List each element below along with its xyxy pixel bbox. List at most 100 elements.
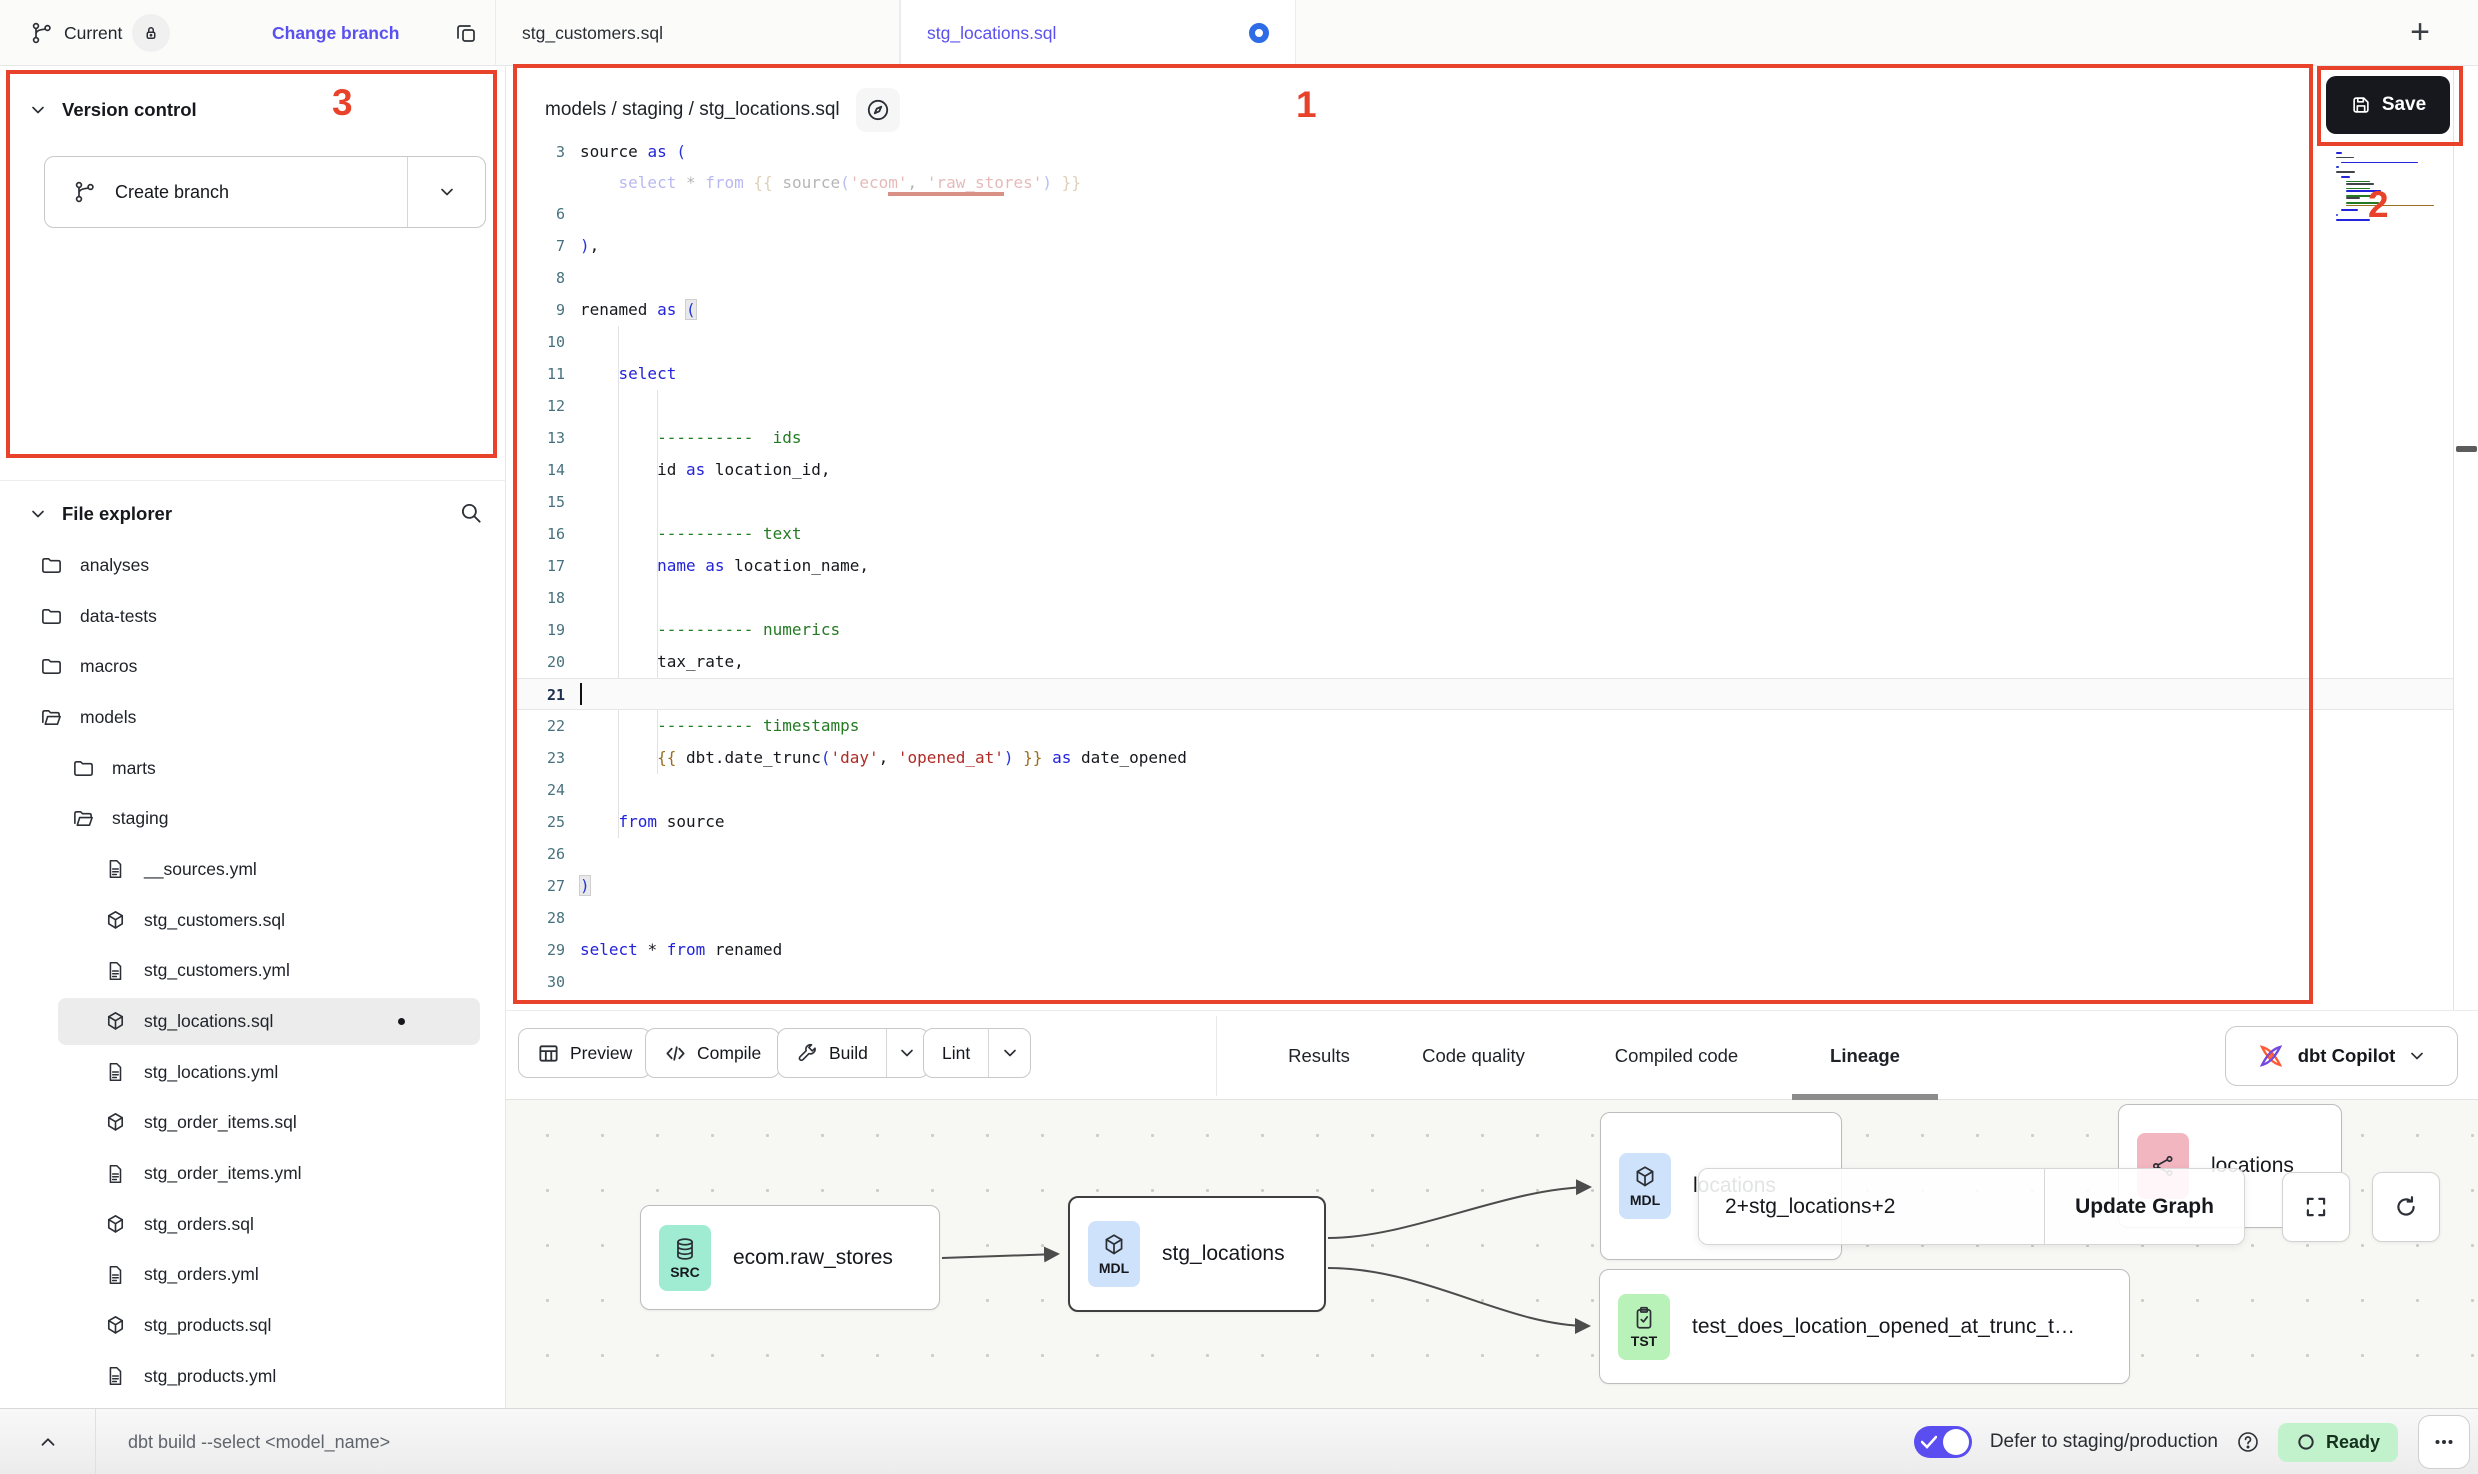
editor-scrollbar-track	[2453, 66, 2454, 1100]
file-item-label: data-tests	[80, 606, 157, 627]
file-item-macros[interactable]: macros	[0, 641, 506, 692]
lineage-node-stg_locations[interactable]: MDLstg_locations	[1068, 1196, 1326, 1312]
folder-open-icon	[40, 706, 64, 729]
code-line-17[interactable]: 17 name as location_name,	[513, 550, 2453, 582]
file-explorer-header[interactable]: File explorer	[0, 492, 506, 536]
code-line-25[interactable]: 25 from source	[513, 806, 2453, 838]
file-item-models[interactable]: models	[0, 692, 506, 743]
code-line-30[interactable]: 30	[513, 966, 2453, 998]
save-button[interactable]: Save	[2326, 76, 2450, 134]
code-line-27[interactable]: 27)	[513, 870, 2453, 902]
node-type-badge: SRC	[670, 1264, 700, 1280]
file-item-marts[interactable]: marts	[0, 743, 506, 794]
change-branch-link[interactable]: Change branch	[272, 0, 399, 66]
code-line-3[interactable]: 3source as (	[513, 136, 2453, 168]
create-branch-button[interactable]: Create branch	[44, 156, 486, 228]
command-bar-expander[interactable]	[0, 1409, 96, 1474]
build-button[interactable]: Build	[777, 1028, 929, 1078]
code-line-10[interactable]: 10	[513, 326, 2453, 358]
lineage-selector-input[interactable]: 2+stg_locations+2	[1699, 1169, 2044, 1244]
code-line-26[interactable]: 26	[513, 838, 2453, 870]
compile-button[interactable]: Compile	[645, 1028, 780, 1078]
save-button-label: Save	[2382, 94, 2426, 116]
file-item-staging[interactable]: staging	[0, 793, 506, 844]
file-item-__sources.yml[interactable]: __sources.yml	[0, 844, 506, 895]
code-line-21[interactable]: 21	[513, 678, 2453, 710]
panel-tab-results[interactable]: Results	[1271, 1011, 1367, 1101]
editor-tab-stg_customers.sql[interactable]: stg_customers.sql	[495, 0, 900, 66]
code-line-11[interactable]: 11 select	[513, 358, 2453, 390]
file-item-stg_locations.yml[interactable]: stg_locations.yml	[0, 1047, 506, 1098]
code-line-20[interactable]: 20 tax_rate,	[513, 646, 2453, 678]
lineage-node-test_does_location_opened_at_t[interactable]: TSTtest_does_location_opened_at_trunc_t…	[1599, 1269, 2130, 1384]
code-line-8[interactable]: 8	[513, 262, 2453, 294]
lineage-graph-panel[interactable]: SRCecom.raw_storesMDLstg_locationsMDLloc…	[506, 1100, 2478, 1408]
code-line-23[interactable]: 23 {{ dbt.date_trunc('day', 'opened_at')…	[513, 742, 2453, 774]
lint-dropdown[interactable]	[988, 1029, 1030, 1077]
ready-label: Ready	[2326, 1432, 2380, 1453]
file-search-button[interactable]	[458, 500, 484, 526]
copy-branch-button[interactable]	[450, 17, 482, 49]
new-tab-button[interactable]: +	[2410, 12, 2430, 52]
line-content	[565, 486, 580, 518]
panel-tab-compiled-code[interactable]: Compiled code	[1580, 1011, 1773, 1101]
dbt-copilot-button[interactable]: dbt Copilot	[2225, 1026, 2458, 1086]
code-line-24[interactable]: 24	[513, 774, 2453, 806]
file-item-stg_products.yml[interactable]: stg_products.yml	[0, 1351, 506, 1402]
current-branch-selector[interactable]: Current	[30, 0, 170, 66]
file-item-label: stg_locations.sql	[144, 1011, 273, 1032]
help-icon[interactable]	[2236, 1430, 2260, 1454]
editor-tab-stg_locations.sql[interactable]: stg_locations.sql	[900, 0, 1296, 66]
file-item-stg_order_items.sql[interactable]: stg_order_items.sql	[0, 1098, 506, 1149]
lint-button[interactable]: Lint	[923, 1028, 1031, 1078]
code-line-7[interactable]: 7),	[513, 230, 2453, 262]
update-graph-button[interactable]: Update Graph	[2044, 1169, 2244, 1244]
build-dropdown[interactable]	[886, 1029, 928, 1077]
panel-tab-code-quality[interactable]: Code quality	[1386, 1011, 1561, 1101]
file-item-stg_orders.sql[interactable]: stg_orders.sql	[0, 1199, 506, 1250]
panel-tab-lineage[interactable]: Lineage	[1792, 1011, 1938, 1101]
line-number: 20	[513, 646, 565, 678]
git-branch-icon	[30, 21, 54, 45]
file-item-analyses[interactable]: analyses	[0, 540, 506, 591]
code-line-19[interactable]: 19 ---------- numerics	[513, 614, 2453, 646]
preview-button[interactable]: Preview	[518, 1028, 651, 1078]
file-item-stg_orders.yml[interactable]: stg_orders.yml	[0, 1250, 506, 1301]
defer-toggle[interactable]	[1914, 1426, 1972, 1458]
code-line-13[interactable]: 13 ---------- ids	[513, 422, 2453, 454]
editor-minimap[interactable]	[2336, 152, 2448, 224]
refresh-graph-button[interactable]	[2372, 1172, 2440, 1242]
editor-scrollbar-thumb[interactable]	[2456, 446, 2477, 452]
line-number: 18	[513, 582, 565, 614]
file-item-data-tests[interactable]: data-tests	[0, 591, 506, 642]
file-item-stg_customers.sql[interactable]: stg_customers.sql	[0, 895, 506, 946]
command-input[interactable]: dbt build --select <model_name>	[128, 1409, 828, 1474]
lineage-node-ecomraw_stores[interactable]: SRCecom.raw_stores	[640, 1205, 940, 1310]
code-line-29[interactable]: 29select * from renamed	[513, 934, 2453, 966]
line-content: ),	[565, 230, 599, 262]
code-line-9[interactable]: 9renamed as (	[513, 294, 2453, 326]
line-number: 8	[513, 262, 565, 294]
code-line-18[interactable]: 18	[513, 582, 2453, 614]
code-area[interactable]: 3source as ( select * from {{ source('ec…	[513, 136, 2453, 998]
version-control-header[interactable]: Version control	[0, 88, 506, 132]
fullscreen-button[interactable]	[2282, 1172, 2350, 1242]
code-line-28[interactable]: 28	[513, 902, 2453, 934]
code-line-12[interactable]: 12	[513, 390, 2453, 422]
file-item-stg_locations.sql[interactable]: stg_locations.sql	[0, 996, 506, 1047]
code-line-14[interactable]: 14 id as location_id,	[513, 454, 2453, 486]
create-branch-dropdown[interactable]	[407, 157, 485, 227]
code-line-15[interactable]: 15	[513, 486, 2453, 518]
lineage-navigate-button[interactable]	[856, 88, 900, 132]
sidebar-divider	[0, 480, 506, 481]
chevron-down-icon	[437, 182, 457, 202]
file-item-stg_products.sql[interactable]: stg_products.sql	[0, 1300, 506, 1351]
folder-open-icon	[72, 807, 96, 830]
node-label: test_does_location_opened_at_trunc_t…	[1692, 1315, 2075, 1339]
file-item-stg_order_items.yml[interactable]: stg_order_items.yml	[0, 1148, 506, 1199]
code-line-16[interactable]: 16 ---------- text	[513, 518, 2453, 550]
code-line-6[interactable]: 6	[513, 198, 2453, 230]
code-line-22[interactable]: 22 ---------- timestamps	[513, 710, 2453, 742]
more-options-button[interactable]	[2418, 1415, 2470, 1469]
file-item-stg_customers.yml[interactable]: stg_customers.yml	[0, 946, 506, 997]
